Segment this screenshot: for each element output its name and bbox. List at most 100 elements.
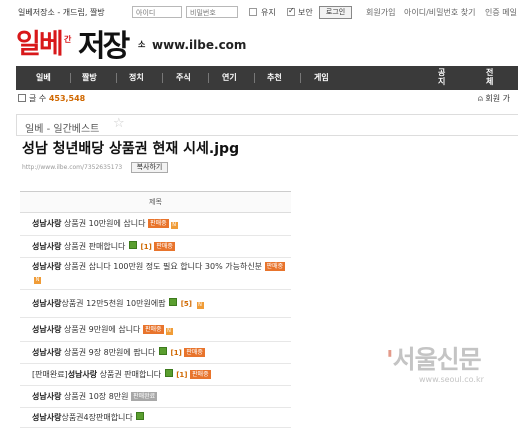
- status-badge: 판매중: [184, 348, 205, 357]
- status-badge: 판매중: [154, 242, 175, 251]
- post-title: 성남 청년배당 상품권 현재 시세.jpg: [22, 141, 240, 157]
- row-author: 성남사랑: [32, 262, 62, 271]
- comment-count[interactable]: [1]: [141, 243, 152, 251]
- nav-divider: [70, 73, 71, 83]
- nav-item-politics[interactable]: 정치: [129, 72, 144, 83]
- table-row[interactable]: 성남사랑 상품권 9장 8만원에 팝니다 [1] 판매중: [20, 341, 291, 364]
- table-header-title: 제목: [20, 191, 291, 213]
- table-row[interactable]: 성남사랑상품권 12만5천원 10만원에팜 [5] N: [20, 289, 291, 318]
- status-badge: 판매완료: [131, 392, 158, 401]
- row-author: 성남사랑: [32, 392, 62, 401]
- nav-divider: [300, 73, 301, 83]
- row-title[interactable]: 성남사랑 상품권 9장 8만원에 팝니다 [1] 판매중: [32, 346, 205, 360]
- seoul-shinmun-watermark: '서울신문: [386, 340, 482, 376]
- row-text: 상품권 판매합니다: [61, 242, 128, 251]
- site-home-link[interactable]: 일베저장소 - 개드립, 짤방: [18, 7, 105, 18]
- nav-all[interactable]: 전체: [486, 68, 498, 86]
- register-link[interactable]: 회원가입: [366, 7, 395, 18]
- nav-notice[interactable]: 공지: [438, 68, 447, 86]
- secure-login-checkbox[interactable]: [287, 6, 295, 16]
- post-count: 글 수 453,548: [18, 93, 85, 104]
- board-section-header: 일베 - 일간베스트 ☆: [16, 114, 518, 136]
- password-input[interactable]: 비밀번호: [186, 6, 238, 18]
- status-badge: 판매중: [148, 219, 169, 228]
- row-title[interactable]: 성남사랑 상품권 10만원에 삽니다 판매중 N: [32, 217, 178, 230]
- image-attached-icon: [136, 412, 145, 420]
- row-author: 성남사랑: [32, 299, 62, 308]
- image-attached-icon: [128, 241, 137, 249]
- keep-login-label: 유지: [261, 8, 276, 17]
- logo-black-text: 저장: [78, 29, 130, 64]
- post-count-value: 453,548: [48, 94, 86, 103]
- favorite-star-icon[interactable]: ☆: [113, 116, 125, 131]
- row-text: 상품권 판매합니다: [97, 370, 164, 379]
- table-row[interactable]: 성남사랑 상품권 9만원에 삽니다 판매중 N: [20, 317, 291, 342]
- watermark-url: www.seoul.co.kr: [419, 375, 484, 384]
- table-row[interactable]: [판매완료]성남사랑 상품권 판매합니다 [1] 판매중: [20, 363, 291, 386]
- status-badge: 판매중: [264, 262, 286, 271]
- row-author: 성남사랑: [32, 348, 62, 357]
- new-post-icon: N: [170, 222, 178, 229]
- row-title[interactable]: 성남사랑 상품권 삽니다 100만원 정도 필요 합니다 30% 가능하신분 판…: [32, 261, 290, 285]
- logo-url: www.ilbe.com: [152, 38, 247, 52]
- member-info-label: 회원 가: [485, 94, 510, 103]
- keep-login-checkbox[interactable]: [249, 8, 257, 16]
- nav-item-stocks[interactable]: 주식: [176, 72, 191, 83]
- member-info: ⍝ 회원 가: [478, 93, 510, 104]
- top-utility-bar: 일베저장소 - 개드립, 짤방 아이디 비밀번호 유지 보안 로그인 회원가입 …: [0, 0, 518, 22]
- row-text: 상품권 10장 8만원: [61, 392, 132, 401]
- board-title[interactable]: 일베 - 일간베스트: [25, 120, 99, 135]
- table-row[interactable]: 성남사랑상품권4장판매합니다: [20, 407, 291, 428]
- row-author: 성남사랑: [32, 325, 62, 334]
- login-button[interactable]: 로그인: [319, 6, 352, 19]
- image-attached-icon: [169, 298, 178, 306]
- secure-login-label: 보안: [298, 8, 313, 17]
- row-title[interactable]: 성남사랑상품권4장판매합니다: [32, 411, 145, 424]
- document-icon: [18, 94, 26, 102]
- logo-mini-right: 소: [138, 40, 146, 49]
- row-title[interactable]: 성남사랑상품권 12만5천원 10만원에팜 [5] N: [32, 297, 204, 311]
- nav-item-celebs[interactable]: 연기: [222, 72, 237, 83]
- main-nav: 일베 짤방 정치 주식 연기 추천 게임 공지 전체: [16, 66, 518, 90]
- nav-divider: [208, 73, 209, 83]
- table-row[interactable]: 성남사랑 상품권 10만원에 삽니다 판매중 N: [20, 213, 291, 236]
- nav-item-ilbe[interactable]: 일베: [36, 72, 51, 83]
- row-prefix: [판매완료]: [32, 370, 68, 379]
- row-title[interactable]: 성남사랑 상품권 9만원에 삽니다 판매중 N: [32, 323, 173, 336]
- row-author: 성남사랑: [32, 242, 62, 251]
- comment-count[interactable]: [1]: [171, 349, 182, 357]
- site-logo[interactable]: 일베 간 저장 소 www.ilbe.com: [0, 24, 518, 64]
- nav-divider: [162, 73, 163, 83]
- row-text: 상품권 9만원에 삽니다: [61, 325, 143, 334]
- comment-count[interactable]: [5]: [181, 300, 192, 308]
- logo-red-text: 일베: [16, 29, 64, 60]
- status-badge: 판매중: [190, 370, 211, 379]
- row-author: 성남사랑: [67, 370, 98, 379]
- nav-item-games[interactable]: 게임: [314, 72, 329, 83]
- row-title[interactable]: 성남사랑 상품권 10장 8만원 판매완료: [32, 390, 158, 403]
- find-account-link[interactable]: 아이디/비밀번호 찾기: [404, 7, 475, 18]
- username-input[interactable]: 아이디: [132, 6, 182, 18]
- post-url: http://www.ilbe.com/7352635173: [22, 164, 123, 171]
- new-post-icon: N: [196, 302, 204, 309]
- image-attached-icon: [158, 347, 167, 355]
- nav-divider: [116, 73, 117, 83]
- user-icon: ⍝: [478, 94, 483, 103]
- nav-item-jjalbang[interactable]: 짤방: [82, 72, 97, 83]
- row-text: 상품권 9장 8만원에 팝니다: [61, 348, 158, 357]
- status-badge: 판매중: [142, 325, 164, 334]
- nav-divider: [254, 73, 255, 83]
- row-title[interactable]: 성남사랑 상품권 판매합니다 [1] 판매중: [32, 240, 175, 254]
- auth-mail-link[interactable]: 인증 메일: [485, 7, 517, 18]
- table-row[interactable]: 성남사랑 상품권 삽니다 100만원 정도 필요 합니다 30% 가능하신분 판…: [20, 257, 291, 290]
- table-row[interactable]: 성남사랑 상품권 10장 8만원 판매완료: [20, 385, 291, 408]
- row-text: 상품권 삽니다 100만원 정도 필요 합니다 30% 가능하신분: [61, 262, 265, 271]
- new-post-icon: N: [165, 328, 173, 335]
- listing-table: 제목 성남사랑 상품권 10만원에 삽니다 판매중 N 성남사랑 상품권 판매합니다…: [20, 191, 291, 443]
- row-title[interactable]: [판매완료]성남사랑 상품권 판매합니다 [1] 판매중: [32, 368, 211, 382]
- copy-url-button[interactable]: 복사하기: [131, 162, 168, 173]
- post-count-label: 글 수: [29, 94, 47, 103]
- comment-count[interactable]: [1]: [176, 371, 187, 379]
- nav-item-recommend[interactable]: 추천: [267, 72, 282, 83]
- table-row[interactable]: 성남사랑 상품권 판매합니다 [1] 판매중: [20, 235, 291, 258]
